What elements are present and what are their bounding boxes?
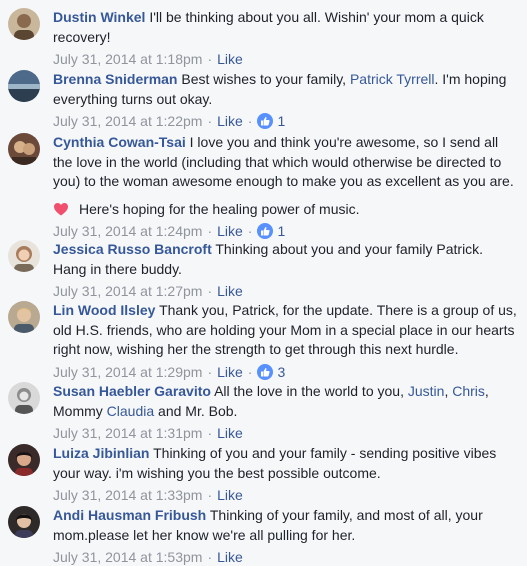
comment-meta: July 31, 2014 at 1:31pm · Like (53, 424, 517, 442)
reaction-count[interactable]: 1 (257, 112, 285, 130)
comment-text: Lin Wood Ilsley Thank you, Patrick, for … (53, 301, 517, 360)
separator: · (207, 363, 213, 380)
comment-extra-line: Here's hoping for the healing power of m… (53, 200, 517, 220)
avatar[interactable] (8, 444, 40, 476)
comment-timestamp[interactable]: July 31, 2014 at 1:31pm (53, 424, 202, 442)
comment-author-link[interactable]: Jessica Russo Bancroft (53, 241, 212, 257)
avatar[interactable] (8, 8, 40, 40)
reaction-count[interactable]: 3 (257, 363, 285, 381)
separator: · (247, 113, 253, 129)
mention-link[interactable]: Claudia (107, 403, 154, 419)
like-button[interactable]: Like (217, 424, 243, 442)
comment-author-link[interactable]: Dustin Winkel (53, 9, 145, 25)
reaction-count[interactable]: 1 (257, 222, 285, 240)
like-button[interactable]: Like (217, 112, 243, 130)
comment-meta: July 31, 2014 at 1:53pm · Like (53, 548, 517, 566)
separator: · (207, 283, 213, 299)
like-button[interactable]: Like (217, 222, 243, 240)
comment-body: and Mr. Bob. (158, 402, 238, 419)
avatar[interactable] (8, 240, 40, 272)
comment-body: , (444, 383, 449, 399)
comment-meta: July 31, 2014 at 1:22pm · Like · 1 (53, 112, 517, 130)
separator: · (207, 51, 213, 67)
comment-timestamp[interactable]: July 31, 2014 at 1:53pm (53, 548, 202, 566)
like-button[interactable]: Like (217, 548, 243, 566)
mention-link[interactable]: Patrick Tyrrell (350, 71, 435, 87)
separator: · (207, 549, 213, 565)
like-button[interactable]: Like (217, 50, 243, 68)
separator: · (247, 363, 253, 380)
comment-text: Cynthia Cowan-Tsai I love you and think … (53, 133, 517, 192)
comment-author-link[interactable]: Susan Haebler Garavito (53, 383, 211, 399)
comment-timestamp[interactable]: July 31, 2014 at 1:33pm (53, 486, 202, 504)
comment-body: All the love in the world to you, (214, 383, 404, 399)
avatar[interactable] (8, 382, 40, 414)
comment-author-link[interactable]: Brenna Sniderman (53, 71, 177, 87)
avatar[interactable] (8, 133, 40, 165)
mention-link[interactable]: Justin (408, 383, 445, 399)
thumbs-up-icon (257, 113, 274, 129)
separator: · (207, 425, 213, 441)
separator: · (247, 223, 253, 239)
comment-text: Susan Haebler Garavito All the love in t… (53, 382, 517, 421)
like-count: 1 (277, 113, 286, 129)
comment-text: Jessica Russo Bancroft Thinking about yo… (53, 240, 517, 279)
like-button[interactable]: Like (217, 486, 243, 504)
mention-link[interactable]: Chris (452, 383, 485, 399)
comment-meta: July 31, 2014 at 1:27pm · Like (53, 282, 517, 300)
thumbs-up-icon (257, 223, 274, 239)
heart-icon (53, 201, 69, 217)
thumbs-up-icon (257, 363, 274, 380)
comment-timestamp[interactable]: July 31, 2014 at 1:27pm (53, 282, 202, 300)
comment-meta: July 31, 2014 at 1:29pm · Like · 3 (53, 363, 517, 381)
comment-text: Andi Hausman Fribush Thinking of your fa… (53, 506, 517, 545)
comment-timestamp[interactable]: July 31, 2014 at 1:22pm (53, 112, 202, 130)
separator: · (207, 487, 213, 503)
like-count: 1 (277, 223, 286, 239)
comment-text: Dustin Winkel I'll be thinking about you… (53, 8, 517, 47)
comment-body: Here's hoping for the healing power of m… (79, 200, 360, 217)
like-count: 3 (277, 363, 286, 380)
comment-author-link[interactable]: Cynthia Cowan-Tsai (53, 134, 186, 150)
comment-meta: July 31, 2014 at 1:33pm · Like (53, 486, 517, 504)
comment-text: Luiza Jibinlian Thinking of you and your… (53, 444, 517, 483)
avatar[interactable] (8, 301, 40, 333)
comment-author-link[interactable]: Luiza Jibinlian (53, 445, 149, 461)
comment-author-link[interactable]: Andi Hausman Fribush (53, 507, 206, 523)
comment-text: Brenna Sniderman Best wishes to your fam… (53, 70, 517, 109)
comment-timestamp[interactable]: July 31, 2014 at 1:29pm (53, 363, 202, 381)
comment-author-link[interactable]: Lin Wood Ilsley (53, 302, 155, 318)
avatar[interactable] (8, 70, 40, 102)
comment-body: Best wishes to your family, (181, 71, 347, 87)
separator: · (207, 113, 213, 129)
comment-timestamp[interactable]: July 31, 2014 at 1:18pm (53, 50, 202, 68)
separator: · (207, 223, 213, 239)
comment-list: Dustin Winkel I'll be thinking about you… (0, 0, 527, 565)
comment-timestamp[interactable]: July 31, 2014 at 1:24pm (53, 222, 202, 240)
avatar[interactable] (8, 506, 40, 538)
comment-meta: July 31, 2014 at 1:18pm · Like (53, 50, 517, 68)
comment-meta: July 31, 2014 at 1:24pm · Like · 1 (53, 222, 517, 240)
like-button[interactable]: Like (217, 363, 243, 381)
like-button[interactable]: Like (217, 282, 243, 300)
